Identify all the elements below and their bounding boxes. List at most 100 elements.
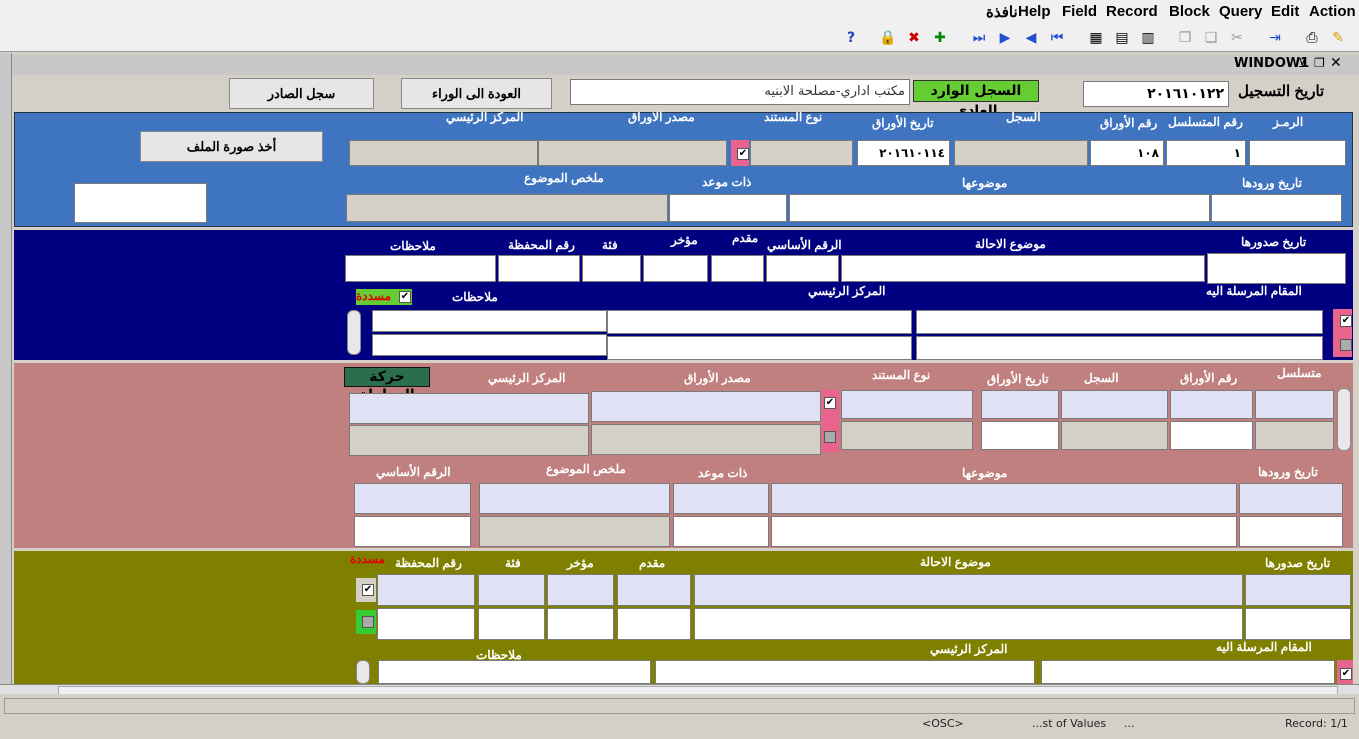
pink-doc-type-field-2[interactable] [841, 421, 973, 450]
take-file-image-button[interactable]: أخذ صورة الملف [140, 131, 323, 162]
next-record-icon[interactable]: ▶ [996, 28, 1014, 48]
last-record-icon[interactable]: ⏭ [970, 28, 988, 48]
serial-field[interactable]: ١ [1166, 140, 1246, 166]
menu-block[interactable]: Block [1169, 3, 1210, 20]
pink-basic-no-field-2[interactable] [354, 516, 471, 547]
olive-late-field-2[interactable] [547, 608, 614, 640]
print-icon[interactable]: ⎙ [1302, 28, 1322, 48]
restore-icon[interactable]: ❐ [1314, 56, 1325, 70]
cut-icon[interactable]: ✂ [1228, 28, 1246, 48]
pink-row1-checkbox[interactable]: ✔ [824, 397, 836, 409]
olive-sent-to-field[interactable] [1041, 660, 1335, 684]
pink-deadline-field-1[interactable] [673, 483, 769, 514]
summary-field[interactable] [346, 194, 668, 222]
execute-query-icon[interactable]: ▤ [1112, 28, 1132, 48]
olive-portfolio-no-field-1[interactable] [377, 574, 475, 606]
paid-checkbox[interactable]: ✔ [399, 291, 411, 303]
code-field[interactable] [1249, 140, 1346, 166]
menu-edit[interactable]: Edit [1271, 3, 1299, 20]
save-icon[interactable]: ✎ [1328, 28, 1348, 48]
papers-date-field[interactable]: ٢٠١٦١٠١١٤ [857, 140, 950, 166]
portfolio-no-field[interactable] [498, 255, 580, 282]
arrival-date-field[interactable] [1211, 194, 1342, 222]
olive-main-center-field[interactable] [655, 660, 1035, 684]
pink-row2-checkbox[interactable] [824, 431, 836, 443]
olive-advance-field-2[interactable] [617, 608, 691, 640]
pink-basic-no-field-1[interactable] [354, 483, 471, 514]
menu-action[interactable]: Action [1309, 3, 1356, 20]
olive-row1-checkbox[interactable]: ✔ [362, 584, 374, 596]
delete-record-icon[interactable]: ✖ [904, 28, 924, 48]
pink-papers-no-field-1[interactable] [1170, 390, 1253, 419]
navy-main-center-field-1[interactable] [607, 310, 912, 334]
late-field[interactable] [643, 255, 708, 282]
main-center-field[interactable] [349, 140, 538, 166]
advance-field[interactable] [711, 255, 764, 282]
navy-main-center-field-2[interactable] [607, 336, 912, 360]
cancel-query-icon[interactable]: ▥ [1138, 28, 1158, 48]
navy-row2-checkbox[interactable] [1340, 339, 1352, 351]
olive-row3-checkbox[interactable]: ✔ [1340, 668, 1352, 680]
query-icon[interactable]: ▦ [1086, 28, 1106, 48]
pink-main-center-field-1[interactable] [349, 393, 589, 424]
help-icon[interactable]: ? [842, 28, 860, 48]
pink-papers-date-field-1[interactable] [981, 390, 1059, 419]
navy-scrollbar[interactable] [347, 310, 361, 355]
pink-deadline-field-2[interactable] [673, 516, 769, 547]
close-icon[interactable]: ✕ [1330, 55, 1342, 71]
doc-type-checkbox[interactable]: ✔ [737, 148, 749, 160]
pink-main-center-field-2[interactable] [349, 425, 589, 456]
olive-issue-date-field-1[interactable] [1245, 574, 1351, 606]
papers-no-field[interactable]: ١٠٨ [1090, 140, 1164, 166]
pink-arrival-date-field-1[interactable] [1239, 483, 1343, 514]
pink-subject-field-2[interactable] [771, 516, 1237, 547]
navy-notes-field-2[interactable] [372, 334, 607, 356]
outgoing-register-button[interactable]: سجل الصادر [229, 78, 374, 109]
olive-advance-field-1[interactable] [617, 574, 691, 606]
deadline-field[interactable] [669, 194, 787, 222]
previous-record-icon[interactable]: ◀ [1022, 28, 1040, 48]
pink-subject-field-1[interactable] [771, 483, 1237, 514]
lock-icon[interactable]: 🔒 [878, 28, 898, 48]
first-record-icon[interactable]: ⏮ [1048, 28, 1066, 48]
pink-register-field-2[interactable] [1061, 421, 1168, 450]
notes-field[interactable] [345, 255, 496, 282]
pink-arrival-date-field-2[interactable] [1239, 516, 1343, 547]
olive-issue-date-field-2[interactable] [1245, 608, 1351, 640]
subject-field[interactable] [789, 194, 1210, 222]
pink-papers-no-field-2[interactable] [1170, 421, 1253, 450]
pink-papers-source-field-1[interactable] [591, 391, 821, 422]
pink-summary-field-2[interactable] [479, 516, 670, 547]
referral-subject-field[interactable] [841, 255, 1205, 282]
register-field[interactable] [954, 140, 1088, 166]
doc-type-field[interactable] [750, 140, 853, 166]
sent-to-field-1[interactable] [916, 310, 1323, 334]
pink-serial-field-1[interactable] [1255, 390, 1334, 419]
back-button[interactable]: العودة الى الوراء [401, 78, 552, 109]
reg-date-field[interactable]: ٢٠١٦١٠١٢٢ [1083, 81, 1229, 107]
file-image-box[interactable] [74, 183, 207, 223]
olive-portfolio-no-field-2[interactable] [377, 608, 475, 640]
office-field[interactable]: مكتب اداري-مصلحة الابنيه [570, 79, 910, 105]
olive-referral-subject-field-1[interactable] [694, 574, 1243, 606]
olive-category-field-2[interactable] [478, 608, 545, 640]
pink-serial-field-2[interactable] [1255, 421, 1334, 450]
basic-no-field[interactable] [766, 255, 839, 282]
menu-help[interactable]: Help [1018, 3, 1051, 20]
pink-scrollbar[interactable] [1337, 388, 1351, 451]
pink-register-field-1[interactable] [1061, 390, 1168, 419]
navy-notes-field-1[interactable] [372, 310, 607, 332]
pink-summary-field-1[interactable] [479, 483, 670, 514]
pink-papers-source-field-2[interactable] [591, 424, 821, 455]
navy-row1-checkbox[interactable]: ✔ [1340, 315, 1352, 327]
sent-to-field-2[interactable] [916, 336, 1323, 360]
papers-source-field[interactable] [538, 140, 727, 166]
olive-late-field-1[interactable] [547, 574, 614, 606]
menu-record[interactable]: Record [1106, 3, 1158, 20]
insert-record-icon[interactable]: ✚ [930, 28, 950, 48]
menu-query[interactable]: Query [1219, 3, 1262, 20]
issue-date-field[interactable] [1207, 253, 1346, 284]
pink-doc-type-field-1[interactable] [841, 390, 973, 419]
menu-field[interactable]: Field [1062, 3, 1097, 20]
olive-notes-field[interactable] [378, 660, 651, 684]
